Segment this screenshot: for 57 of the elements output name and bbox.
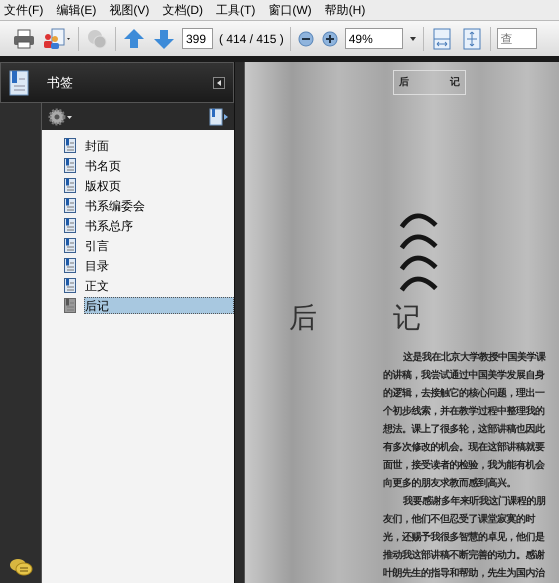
page-text-line: 面世，接受读者的检验，我为能有机会 bbox=[383, 458, 546, 473]
page-text-line: 的讲稿，我尝试通过中国美学发展自身 bbox=[383, 368, 546, 383]
page-text-line: 友们，他们不但忍受了课堂寂寞的时 bbox=[383, 512, 536, 527]
bookmark-icon bbox=[64, 198, 76, 213]
menu-item[interactable]: 编辑(E) bbox=[56, 1, 96, 19]
bookmark-item[interactable]: 版权页 bbox=[84, 177, 234, 194]
bookmark-icon bbox=[64, 238, 76, 253]
bookmark-item[interactable]: 书名页 bbox=[84, 157, 234, 174]
people-document-icon[interactable] bbox=[42, 26, 72, 50]
page-text-line: 叶朗先生的指导和帮助，先生为国内治 bbox=[383, 566, 546, 581]
zoom-out-icon[interactable] bbox=[296, 30, 315, 48]
bookmark-icon bbox=[64, 138, 76, 153]
bookmark-icon bbox=[64, 218, 76, 233]
page-text-line: 想法。课上了很多轮，这部讲稿也因此 bbox=[383, 422, 546, 437]
collapse-button[interactable] bbox=[213, 76, 225, 88]
bookmark-item[interactable]: 书系编委会 bbox=[84, 197, 234, 214]
panel-title: 书签 bbox=[47, 74, 74, 92]
menu-item[interactable]: 工具(T) bbox=[216, 1, 256, 19]
bookmark-item[interactable]: 引言 bbox=[84, 237, 234, 254]
menu-item[interactable]: 视图(V) bbox=[109, 1, 150, 19]
bookmark-icon bbox=[64, 278, 76, 293]
zoom-in-icon[interactable] bbox=[320, 30, 339, 48]
page-text-line: 的逻辑，去接触它的核心问题，理出一 bbox=[383, 386, 546, 401]
menu-item[interactable]: 帮助(H) bbox=[324, 1, 366, 19]
zoom-field[interactable]: 49% bbox=[344, 28, 403, 49]
bookmark-item[interactable]: 书系总序 bbox=[84, 217, 234, 234]
arrow-up-icon[interactable] bbox=[122, 26, 146, 50]
page-text-line: 光，还赐予我很多智慧的卓见，他们是 bbox=[383, 530, 546, 545]
search-field[interactable]: 查 bbox=[496, 28, 537, 49]
menu-item[interactable]: 文件(F) bbox=[4, 1, 44, 19]
page-title: 后 bbox=[289, 300, 317, 336]
bookmark-item[interactable]: 后记 bbox=[84, 297, 234, 314]
bookmark-icon bbox=[64, 158, 76, 173]
bookmark-icon bbox=[64, 178, 76, 193]
triangle-icon bbox=[217, 80, 221, 86]
page-text-line: 我要感谢多年来听我这门课程的朋 bbox=[402, 494, 546, 509]
bookmark-item[interactable]: 正文 bbox=[84, 277, 234, 294]
page-count: ( 414 / 415 ) bbox=[219, 30, 284, 48]
bookmark-panel-icon bbox=[9, 70, 29, 96]
page-text-line: 推动我这部讲稿不断完善的动力。感谢 bbox=[383, 548, 546, 563]
page-text-line: 个初步线索，并在教学过程中整理我的 bbox=[383, 404, 546, 419]
printer-icon[interactable] bbox=[12, 26, 36, 50]
menu-item[interactable]: 窗口(W) bbox=[268, 1, 312, 19]
page-text-line: 这是我在北京大学教授中国美学课 bbox=[402, 350, 547, 365]
page-text-line: 向更多的朋友求教而感到高兴。 bbox=[383, 476, 517, 491]
bookmark-item[interactable]: 封面 bbox=[84, 137, 234, 154]
bookmark-icon bbox=[64, 258, 76, 273]
page-text-line: 有多次修改的机会。现在这部讲稿就要 bbox=[383, 440, 546, 455]
gear-icon[interactable] bbox=[47, 106, 73, 126]
page-title: 记 bbox=[393, 300, 421, 336]
page-number-field[interactable]: 399 bbox=[182, 28, 213, 49]
menu-item[interactable]: 文档(D) bbox=[162, 1, 203, 19]
running-head: 后 记 bbox=[393, 70, 466, 95]
bookmark-item[interactable]: 目录 bbox=[84, 257, 234, 274]
bookmark-icon bbox=[64, 298, 76, 313]
bookmark-export-icon[interactable] bbox=[209, 106, 229, 126]
caret-icon[interactable] bbox=[408, 34, 417, 42]
